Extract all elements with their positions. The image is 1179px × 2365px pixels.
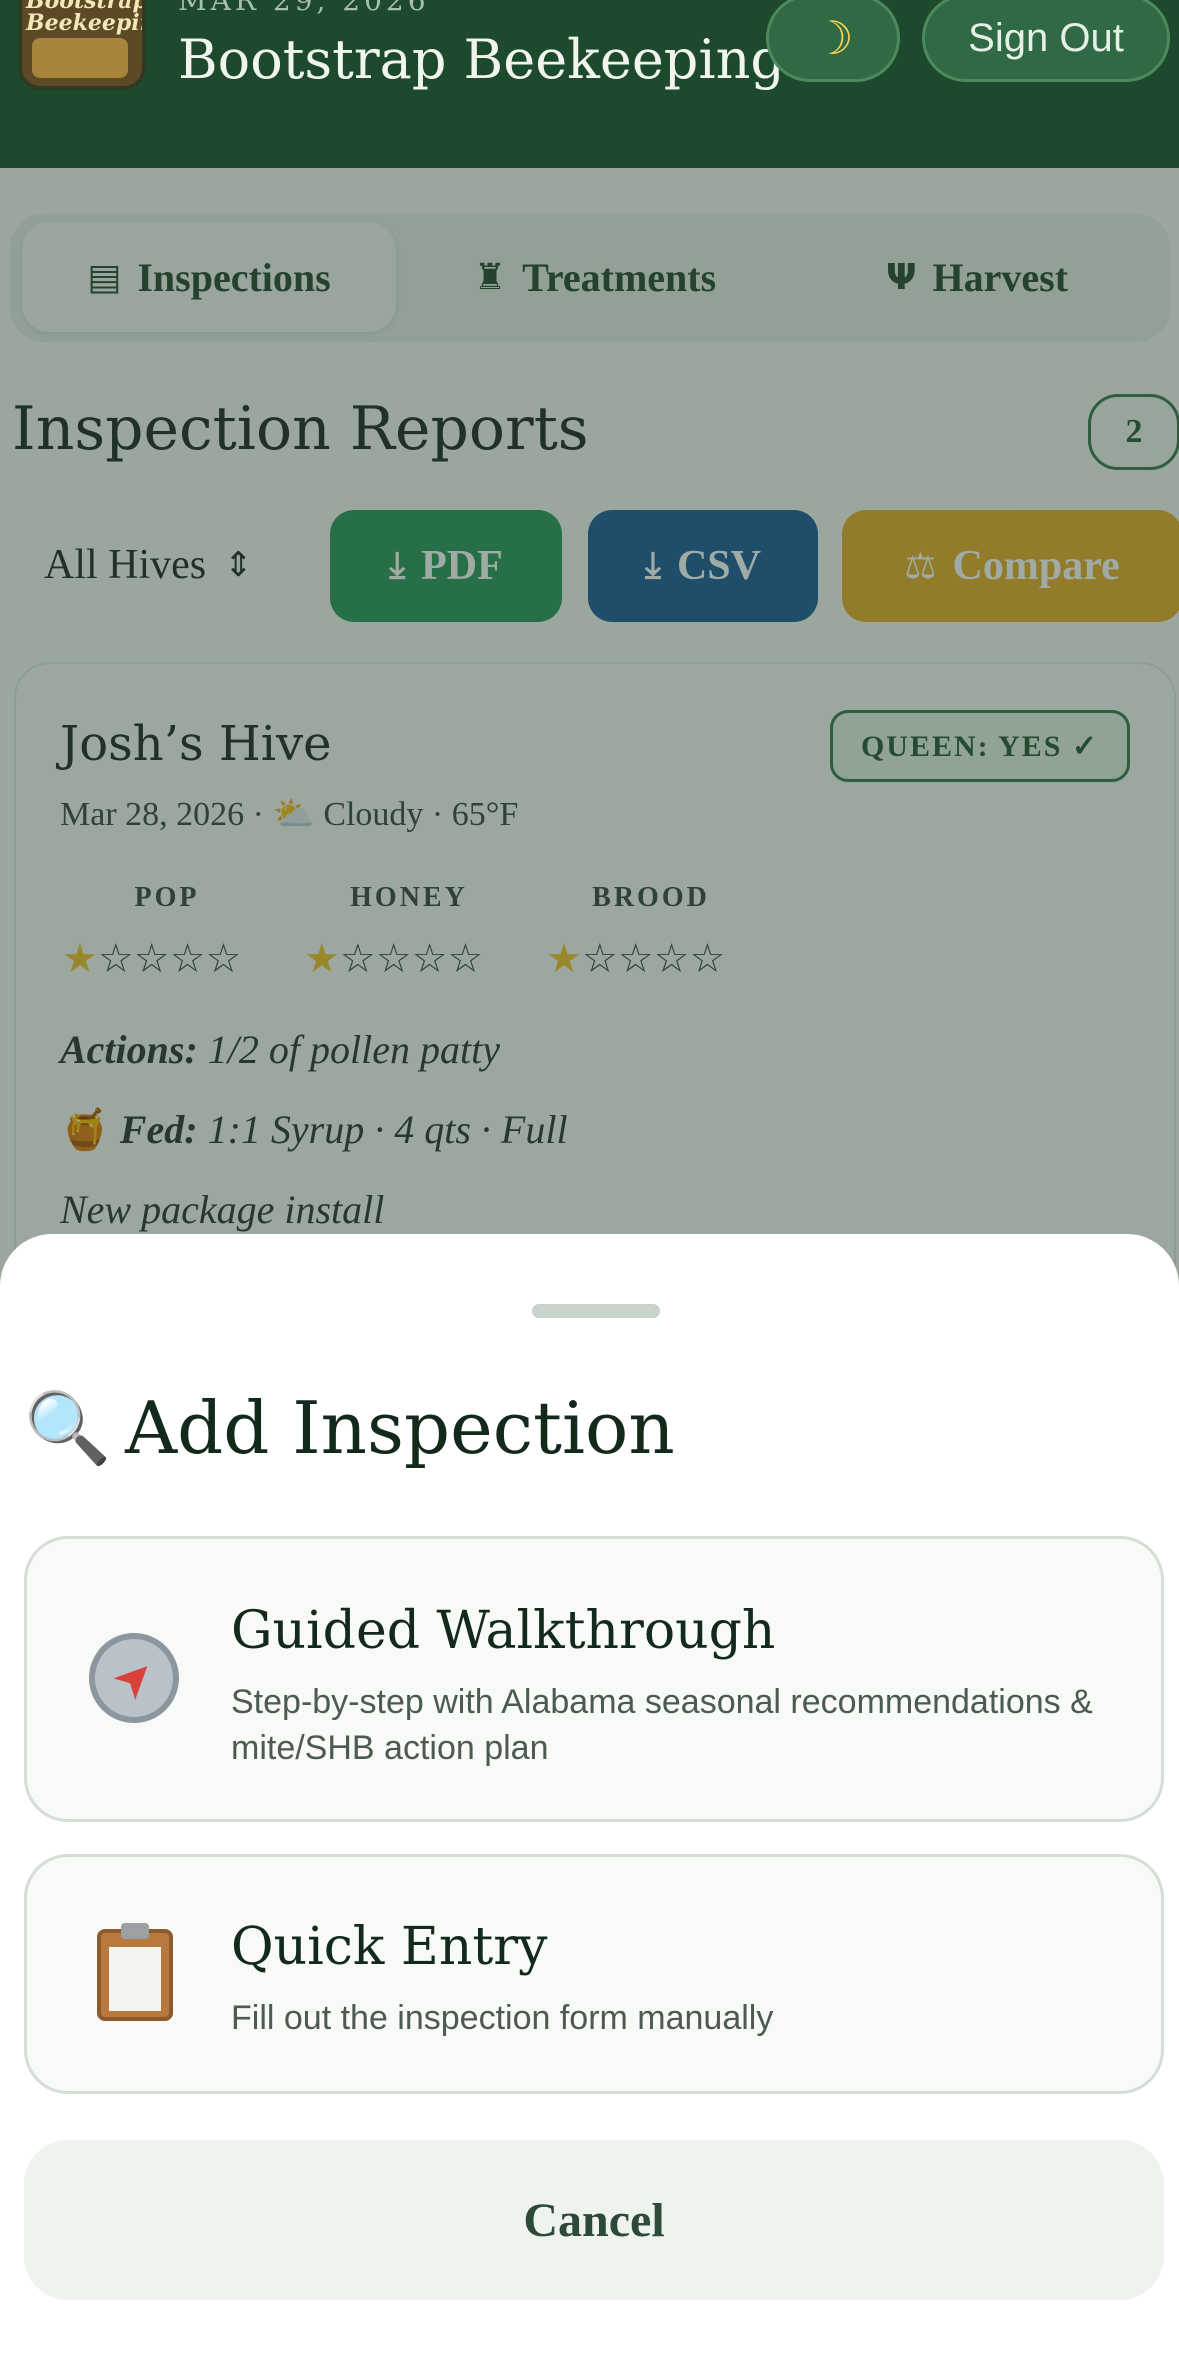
magnifier-icon: 🔍 xyxy=(24,1386,112,1469)
theme-toggle-button[interactable]: ☽ xyxy=(766,0,900,82)
app-logo: Bootstrap Beekeeping xyxy=(18,0,146,90)
cancel-button[interactable]: Cancel xyxy=(24,2140,1164,2300)
guided-walkthrough-option[interactable]: ➤ Guided Walkthrough Step-by-step with A… xyxy=(24,1536,1164,1822)
add-inspection-sheet: 🔍 Add Inspection ➤ Guided Walkthrough St… xyxy=(0,1234,1179,2365)
clipboard-icon xyxy=(97,1923,173,2021)
header-date: MAR 29, 2026 xyxy=(178,0,430,17)
clipboard-paper xyxy=(109,1947,161,2011)
compass-icon: ➤ xyxy=(89,1633,179,1723)
option-title: Quick Entry xyxy=(231,1917,548,1977)
moon-icon: ☽ xyxy=(812,11,854,65)
option-description: Fill out the inspection form manually xyxy=(231,1999,774,2037)
sheet-title-text: Add Inspection xyxy=(125,1386,675,1470)
app-title: Bootstrap Beekeeping xyxy=(178,28,785,91)
clipboard-clip xyxy=(121,1923,149,1939)
app-header: Bootstrap Beekeeping MAR 29, 2026 Bootst… xyxy=(0,0,1179,168)
option-description: Step-by-step with Alabama seasonal recom… xyxy=(231,1683,1093,1767)
quick-entry-option[interactable]: Quick Entry Fill out the inspection form… xyxy=(24,1854,1164,2094)
sign-out-button[interactable]: Sign Out xyxy=(922,0,1170,82)
sheet-drag-handle[interactable] xyxy=(532,1304,660,1318)
sheet-title: 🔍 Add Inspection xyxy=(24,1386,675,1470)
logo-text: Bootstrap Beekeeping xyxy=(26,0,146,36)
compass-needle: ➤ xyxy=(99,1643,169,1713)
option-title: Guided Walkthrough xyxy=(231,1601,776,1661)
logo-honey-art xyxy=(32,38,128,78)
